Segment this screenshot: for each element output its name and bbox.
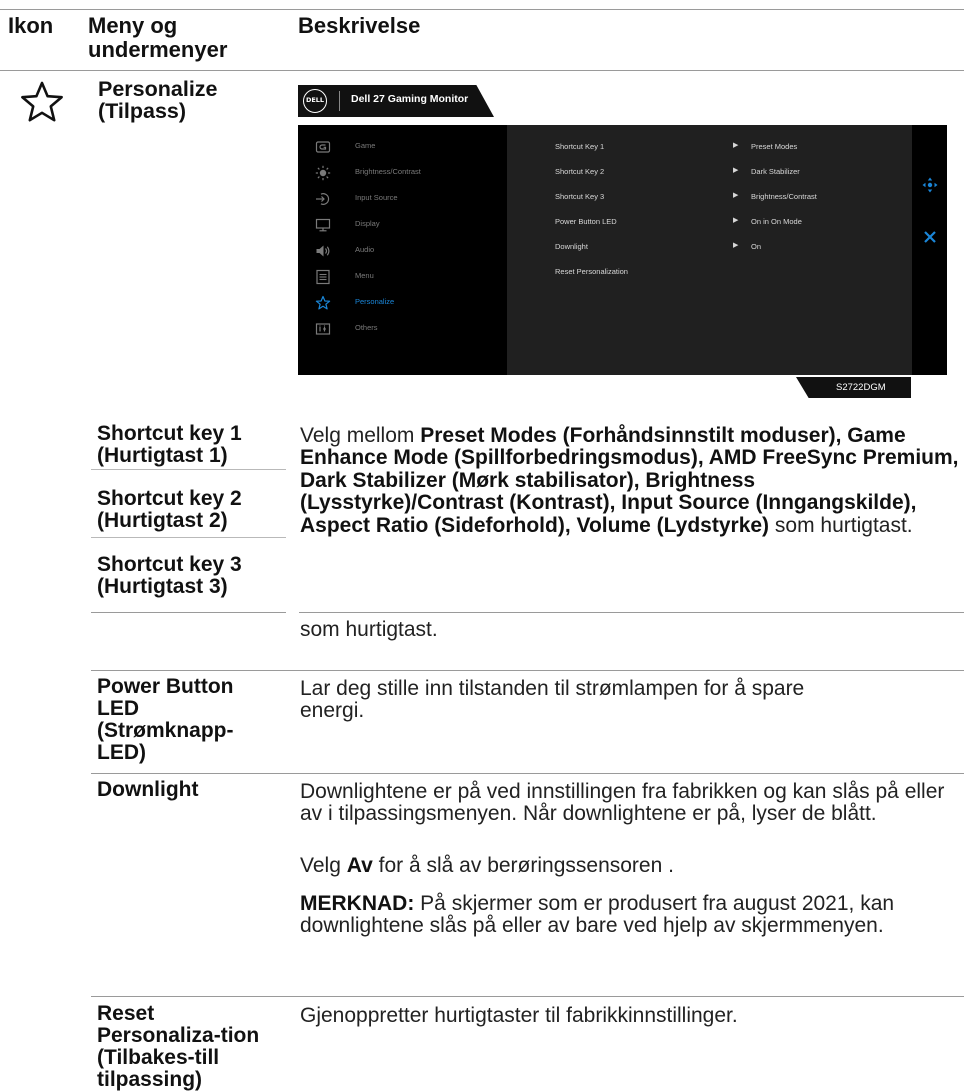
rule-shortcut-desc-end [299, 612, 964, 613]
osd-setting-label: Shortcut Key 3 [555, 192, 605, 201]
rule-shortcut-end [91, 612, 286, 613]
triangle-right-icon: ▶ [733, 242, 739, 249]
rule-downlight [91, 773, 964, 774]
star-icon [315, 295, 331, 311]
osd-setting-label: Power Button LED [555, 217, 617, 226]
header-description-column: Beskrivelse [298, 13, 421, 38]
model-name: S2722DGM [836, 382, 886, 393]
osd-menu-label: Personalize [355, 297, 395, 306]
osd-menu-item-display[interactable]: Display [298, 214, 507, 236]
osd-main-menu: Game Brightness/Contrast Input Source Di… [298, 125, 507, 375]
osd-menu-label: Display [355, 219, 380, 228]
display-icon [315, 217, 331, 233]
rule-shortcut1 [91, 469, 286, 470]
osd-menu-item-input-source[interactable]: Input Source [298, 188, 507, 210]
rule-downlight-end [91, 670, 964, 671]
row-label-shortcut-key-2: Shortcut key 2 (Hurtigtast 2) [97, 487, 242, 532]
downlight-description: Downlightene er på ved innstillingen fra… [300, 780, 945, 826]
osd-setting-downlight[interactable]: Downlight ▶ On [507, 239, 912, 255]
header-bottom-rule [0, 70, 964, 71]
row-label-shortcut-key-1: Shortcut key 1 (Hurtigtast 1) [97, 422, 242, 467]
osd-menu-label: Brightness/Contrast [355, 167, 421, 176]
osd-setting-shortcut-key-3[interactable]: Shortcut Key 3 ▶ Brightness/Contrast [507, 189, 912, 205]
downlight-off-instruction: Velg Av for å slå av berøringssensoren . [300, 854, 960, 877]
shortcut-desc-prefix: Velg mellom [300, 424, 415, 447]
shortcut-desc-repeat: som hurtigtast. [300, 618, 438, 641]
close-icon[interactable] [923, 230, 937, 244]
osd-setting-shortcut-key-1[interactable]: Shortcut Key 1 ▶ Preset Modes [507, 139, 912, 155]
others-icon [315, 321, 331, 337]
note-label: MERKNAD: [300, 892, 415, 915]
downlight-off-option: Av [346, 854, 373, 877]
osd-setting-value: On [751, 242, 762, 251]
osd-setting-value: Brightness/Contrast [751, 192, 817, 201]
osd-menu-item-audio[interactable]: Audio [298, 240, 507, 262]
header-icon-column: Ikon [8, 13, 54, 38]
model-badge: S2722DGM [796, 377, 911, 398]
shortcut-desc-suffix: som hurtigtast. [774, 513, 913, 537]
osd-menu-item-others[interactable]: Others [298, 318, 507, 340]
reset-description: Gjenoppretter hurtigtaster til fabrikkin… [300, 1004, 738, 1027]
osd-header-bar: DELL Dell 27 Gaming Monitor [298, 85, 494, 117]
star-outline-icon [20, 80, 64, 124]
shortcut-keys-description: Velg mellom Preset Modes (Forhåndsinnsti… [300, 424, 962, 537]
header-menu-column: Meny og undermenyer [88, 13, 228, 62]
osd-setting-value: On in On Mode [751, 217, 802, 226]
osd-navigation-column [912, 125, 947, 375]
row-label-reset-personalization: Reset Personaliza-tion (Tilbakes-till ti… [97, 1002, 260, 1091]
osd-setting-label: Shortcut Key 1 [555, 142, 605, 151]
osd-setting-value: Preset Modes [751, 142, 798, 151]
row-label-downlight: Downlight [97, 778, 199, 801]
triangle-right-icon: ▶ [733, 167, 739, 174]
osd-menu-item-personalize[interactable]: Personalize [298, 292, 507, 314]
osd-title: Dell 27 Gaming Monitor [351, 93, 469, 105]
power-led-description: Lar deg stille inn tilstanden til strøml… [300, 677, 805, 723]
rule-shortcut2 [91, 537, 286, 538]
osd-menu-label: Game [355, 141, 376, 150]
section-title: Personalize (Tilpass) [98, 77, 218, 123]
osd-setting-value: Dark Stabilizer [751, 167, 800, 176]
osd-setting-shortcut-key-2[interactable]: Shortcut Key 2 ▶ Dark Stabilizer [507, 164, 912, 180]
osd-menu-panel: Game Brightness/Contrast Input Source Di… [298, 125, 947, 375]
downlight-off-prefix: Velg [300, 854, 341, 877]
move-icon[interactable] [922, 177, 938, 193]
downlight-note: MERKNAD: På skjermer som er produsert fr… [300, 892, 940, 938]
osd-settings-list: Shortcut Key 1 ▶ Preset Modes Shortcut K… [507, 125, 912, 375]
osd-menu-label: Input Source [355, 193, 398, 202]
row-label-shortcut-key-3: Shortcut key 3 (Hurtigtast 3) [97, 553, 242, 598]
menu-icon [315, 269, 331, 285]
audio-icon [315, 243, 331, 259]
osd-setting-label: Downlight [555, 242, 588, 251]
downlight-off-suffix: for å slå av berøringssensoren . [378, 854, 674, 877]
osd-menu-label: Others [355, 323, 378, 332]
table-top-rule [0, 9, 964, 10]
triangle-right-icon: ▶ [733, 142, 739, 149]
row-label-power-button-led: Power Button LED (Strømknapp-LED) [97, 675, 234, 764]
osd-menu-label: Menu [355, 271, 374, 280]
triangle-right-icon: ▶ [733, 217, 739, 224]
osd-header-divider [339, 91, 340, 111]
osd-setting-label: Shortcut Key 2 [555, 167, 605, 176]
brightness-icon [315, 165, 331, 181]
osd-setting-label: Reset Personalization [555, 267, 628, 276]
osd-menu-item-menu[interactable]: Menu [298, 266, 507, 288]
osd-menu-label: Audio [355, 245, 375, 254]
input-source-icon [315, 191, 331, 207]
dell-logo: DELL [303, 89, 327, 113]
osd-setting-reset-personalization[interactable]: Reset Personalization [507, 264, 912, 280]
osd-menu-item-brightness[interactable]: Brightness/Contrast [298, 162, 507, 184]
triangle-right-icon: ▶ [733, 192, 739, 199]
game-icon [315, 139, 331, 155]
osd-menu-item-game[interactable]: Game [298, 136, 507, 158]
osd-setting-power-button-led[interactable]: Power Button LED ▶ On in On Mode [507, 214, 912, 230]
rule-reset [91, 996, 964, 997]
